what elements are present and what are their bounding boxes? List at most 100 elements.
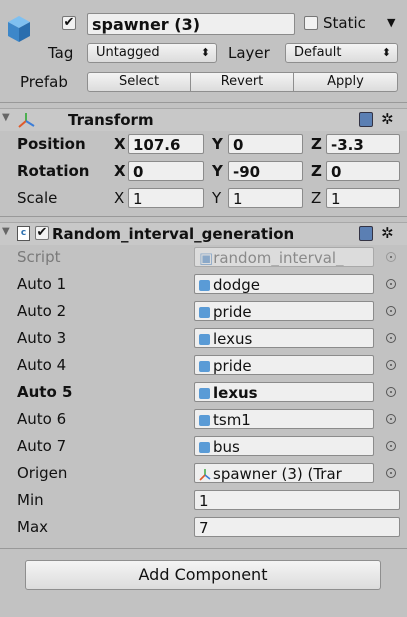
auto-5-label: Auto 5 [17, 383, 73, 401]
static-dropdown-icon[interactable]: ▼ [387, 13, 395, 33]
position-y-field[interactable]: 0 [228, 134, 303, 154]
scale-y-label[interactable]: Y [212, 188, 221, 208]
tag-label: Tag [48, 44, 74, 62]
rotation-x-label[interactable]: X [114, 161, 126, 181]
script-file-icon: c [17, 226, 30, 241]
help-book-icon[interactable] [359, 226, 373, 241]
foldout-arrow-icon[interactable]: ▼ [2, 112, 10, 123]
position-x-label[interactable]: X [114, 134, 126, 154]
origen-value: spawner (3) (Trar [213, 465, 342, 483]
rotation-y-field[interactable]: -90 [228, 161, 303, 181]
auto-5-value: lexus [213, 384, 258, 402]
position-z-label[interactable]: Z [311, 134, 322, 154]
prefab-cube-icon [199, 280, 210, 291]
active-checkbox[interactable]: ✔ [62, 16, 76, 30]
layer-label: Layer [228, 44, 270, 62]
help-book-icon[interactable] [359, 112, 373, 127]
auto-4-label: Auto 4 [17, 356, 67, 374]
component-header[interactable]: ▼ c ✔ Random_interval_generation ✲ [0, 222, 407, 245]
prefab-label: Prefab [20, 73, 68, 91]
object-picker-icon[interactable] [386, 306, 396, 316]
gameobject-cube-icon [6, 14, 32, 44]
position-label: Position [17, 135, 86, 153]
auto-6-field[interactable]: tsm1 [194, 409, 374, 429]
position-y-label[interactable]: Y [212, 134, 223, 154]
prefab-cube-icon [199, 388, 210, 399]
prefab-cube-icon [199, 442, 210, 453]
auto-3-label: Auto 3 [17, 329, 67, 347]
position-z-field[interactable]: -3.3 [326, 134, 400, 154]
updown-icon: ⬍ [200, 46, 210, 59]
static-checkbox[interactable] [304, 16, 318, 30]
prefab-select-button[interactable]: Select [87, 72, 191, 92]
prefab-revert-button[interactable]: Revert [190, 72, 294, 92]
auto-2-label: Auto 2 [17, 302, 67, 320]
updown-icon: ⬍ [381, 46, 391, 59]
layer-value: Default [294, 45, 342, 60]
auto-3-field[interactable]: lexus [194, 328, 374, 348]
gear-icon[interactable]: ✲ [381, 109, 394, 129]
transform-header[interactable]: ▼ Transform ✲ [0, 108, 407, 131]
script-value: random_interval_ [213, 249, 344, 267]
object-picker-icon[interactable] [386, 279, 396, 289]
scale-z-field[interactable]: 1 [326, 188, 400, 208]
prefab-apply-button[interactable]: Apply [293, 72, 398, 92]
transform-title: Transform [68, 111, 154, 129]
object-picker-icon[interactable] [386, 360, 396, 370]
scale-x-field[interactable]: 1 [128, 188, 204, 208]
origen-label: Origen [17, 464, 68, 482]
min-field[interactable]: 1 [194, 490, 400, 510]
tag-dropdown[interactable]: Untagged ⬍ [87, 43, 217, 63]
component-title: Random_interval_generation [52, 225, 295, 243]
origen-field[interactable]: spawner (3) (Trar [194, 463, 374, 483]
auto-7-label: Auto 7 [17, 437, 67, 455]
auto-5-field[interactable]: lexus [194, 382, 374, 402]
prefab-cube-icon [199, 415, 210, 426]
static-label[interactable]: Static [323, 13, 366, 33]
auto-4-value: pride [213, 357, 252, 375]
rotation-z-field[interactable]: 0 [326, 161, 400, 181]
auto-4-field[interactable]: pride [194, 355, 374, 375]
auto-1-field[interactable]: dodge [194, 274, 374, 294]
auto-6-value: tsm1 [213, 411, 251, 429]
scale-label: Scale [17, 189, 58, 207]
object-name-field[interactable]: spawner (3) [87, 13, 295, 35]
layer-dropdown[interactable]: Default ⬍ [285, 43, 398, 63]
prefab-cube-icon [199, 307, 210, 318]
rotation-label: Rotation [17, 162, 90, 180]
object-picker-icon[interactable] [386, 333, 396, 343]
object-picker-icon [386, 252, 396, 262]
object-picker-icon[interactable] [386, 387, 396, 397]
scale-y-field[interactable]: 1 [228, 188, 303, 208]
object-picker-icon[interactable] [386, 468, 396, 478]
auto-7-field[interactable]: bus [194, 436, 374, 456]
scale-z-label[interactable]: Z [311, 188, 321, 208]
auto-2-field[interactable]: pride [194, 301, 374, 321]
auto-1-label: Auto 1 [17, 275, 67, 293]
object-picker-icon[interactable] [386, 414, 396, 424]
script-file-icon: ▣ [199, 249, 214, 267]
add-component-button[interactable]: Add Component [25, 560, 381, 590]
auto-7-value: bus [213, 438, 240, 456]
auto-3-value: lexus [213, 330, 253, 348]
auto-1-value: dodge [213, 276, 260, 294]
component-enabled-checkbox[interactable]: ✔ [35, 226, 49, 240]
rotation-y-label[interactable]: Y [212, 161, 223, 181]
script-label: Script [17, 248, 61, 266]
gear-icon[interactable]: ✲ [381, 223, 394, 243]
auto-6-label: Auto 6 [17, 410, 67, 428]
object-picker-icon[interactable] [386, 441, 396, 451]
rotation-z-label[interactable]: Z [311, 161, 322, 181]
transform-axes-icon [199, 466, 211, 482]
prefab-cube-icon [199, 361, 210, 372]
auto-2-value: pride [213, 303, 252, 321]
scale-x-label[interactable]: X [114, 188, 124, 208]
prefab-cube-icon [199, 334, 210, 345]
script-field: ▣random_interval_ [194, 247, 374, 267]
foldout-arrow-icon[interactable]: ▼ [2, 226, 10, 237]
position-x-field[interactable]: 107.6 [128, 134, 204, 154]
transform-axes-icon [16, 111, 36, 133]
rotation-x-field[interactable]: 0 [128, 161, 204, 181]
max-field[interactable]: 7 [194, 517, 400, 537]
min-label: Min [17, 491, 44, 509]
